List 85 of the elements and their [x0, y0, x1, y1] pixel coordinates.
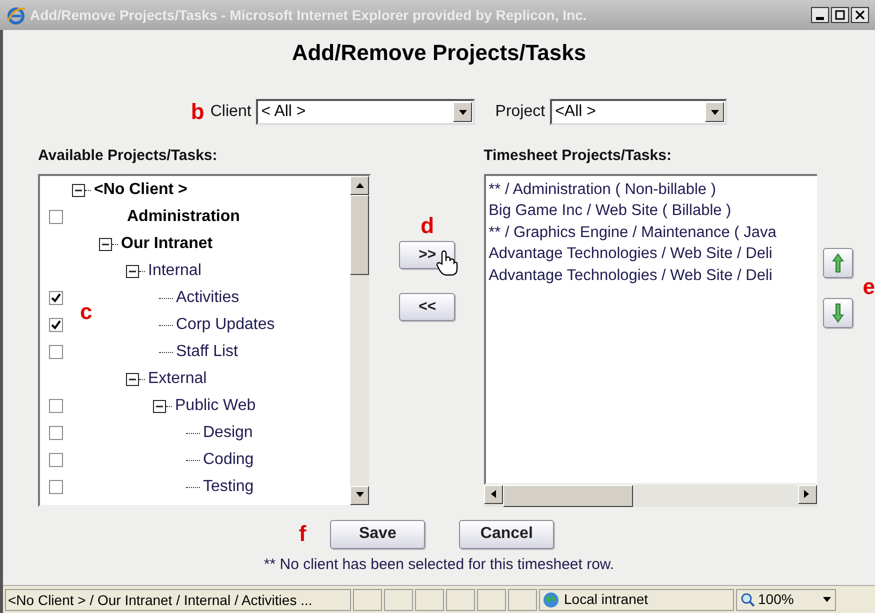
scroll-arrow-button[interactable]	[350, 176, 370, 194]
collapse-icon[interactable]	[153, 400, 166, 412]
collapse-icon[interactable]	[126, 264, 139, 278]
minimize-icon	[816, 16, 824, 20]
checkbox[interactable]	[49, 318, 63, 332]
zoom-control[interactable]: 100%	[736, 588, 836, 610]
move-down-button[interactable]	[822, 298, 853, 328]
window-title: Add/Remove Projects/Tasks - Microsoft Internet Explorer provided by Replicon, Inc.	[30, 6, 588, 25]
dropdown[interactable]: < All >	[256, 99, 476, 125]
list-item[interactable]: ** / Administration ( Non-billable )	[488, 178, 814, 200]
move-up-button[interactable]	[822, 248, 853, 278]
tree-item[interactable]: Corp Updates	[176, 313, 275, 337]
checkbox[interactable]	[49, 210, 63, 224]
save-button[interactable]: Save	[330, 520, 426, 548]
maximize-icon	[835, 10, 845, 20]
tree-item[interactable]: Testing	[203, 475, 254, 499]
list-item[interactable]: Advantage Technologies / Web Site / Deli	[488, 264, 814, 286]
globe-icon	[542, 590, 560, 608]
scroll-arrow-button[interactable]	[350, 486, 370, 504]
status-pane	[353, 588, 382, 610]
tree-item[interactable]: Coding	[203, 448, 254, 472]
browser-logo-icon	[6, 5, 26, 25]
annotation-letter: c	[80, 300, 92, 322]
zone-indicator: Local intranet	[539, 588, 734, 610]
annotation-letter: f	[298, 523, 306, 545]
checkbox[interactable]	[49, 480, 63, 494]
remove-button[interactable]: <<	[399, 293, 456, 321]
tree-item[interactable]: Activities	[176, 286, 240, 310]
status-pane	[446, 588, 475, 610]
maximize-button[interactable]	[831, 7, 849, 23]
tree-item[interactable]: Design	[203, 421, 253, 445]
status-pane	[384, 588, 413, 610]
scroll-arrow-button[interactable]	[484, 484, 503, 504]
tree-item[interactable]: Staff List	[176, 340, 238, 364]
triangle-down-icon	[356, 492, 364, 498]
triangle-left-icon	[490, 490, 496, 498]
dropdown-arrow-icon	[458, 110, 467, 114]
collapse-icon[interactable]	[72, 184, 85, 196]
close-icon	[855, 10, 865, 20]
status-pane	[508, 588, 537, 610]
hand-cursor-icon	[436, 250, 458, 276]
checkbox[interactable]	[49, 453, 63, 467]
checkbox[interactable]	[49, 426, 63, 440]
section-label: Available Projects/Tasks:	[38, 146, 218, 166]
tree-item[interactable]: <No Client >	[94, 178, 188, 202]
status-pane	[415, 588, 444, 610]
cancel-button[interactable]: Cancel	[459, 520, 554, 548]
tree-item[interactable]: Our Intranet	[121, 232, 213, 256]
collapse-icon[interactable]	[126, 372, 139, 386]
tree-item[interactable]: Administration	[127, 205, 240, 229]
annotation-letter: e	[862, 276, 875, 298]
scrollbar-thumb[interactable]	[350, 194, 370, 274]
status-text: <No Client > / Our Intranet / Internal / Activities ...	[5, 588, 351, 610]
zoom-icon	[741, 592, 755, 606]
scrollbar-thumb[interactable]	[502, 484, 633, 506]
scroll-arrow-button[interactable]	[798, 484, 817, 504]
dropdown[interactable]: <All >	[550, 99, 728, 125]
dropdown-arrow-icon	[710, 110, 719, 114]
checkbox[interactable]	[49, 291, 63, 305]
collapse-icon[interactable]	[99, 238, 112, 250]
list-item[interactable]: ** / Graphics Engine / Maintenance ( Java	[488, 222, 814, 243]
arrow-down-icon	[832, 303, 844, 323]
caret-icon	[823, 597, 831, 602]
minimize-button[interactable]	[811, 7, 829, 23]
status-pane	[477, 588, 506, 610]
tree-item[interactable]: External	[148, 367, 207, 391]
annotation-letter: d	[420, 215, 434, 237]
checkmark-icon	[51, 293, 61, 303]
close-button[interactable]	[851, 7, 869, 23]
tree-item[interactable]: Public Web	[175, 394, 256, 418]
list-item[interactable]: Advantage Technologies / Web Site / Deli	[488, 243, 814, 264]
filter-label: Project	[495, 102, 546, 122]
arrow-up-icon	[832, 253, 844, 273]
checkbox[interactable]	[49, 345, 63, 359]
checkmark-icon	[51, 320, 61, 330]
list-item[interactable]: Big Game Inc / Web Site ( Billable )	[488, 200, 814, 222]
section-label: Timesheet Projects/Tasks:	[484, 146, 672, 166]
checkbox[interactable]	[49, 399, 63, 413]
page-heading: Add/Remove Projects/Tasks	[290, 39, 588, 67]
triangle-up-icon	[356, 182, 364, 188]
annotation-letter: b	[190, 101, 204, 123]
footnote: ** No client has been selected for this timesheet row.	[262, 554, 616, 574]
triangle-right-icon	[804, 490, 810, 498]
filter-label: Client	[210, 102, 252, 122]
tree-item[interactable]: Internal	[148, 259, 202, 283]
